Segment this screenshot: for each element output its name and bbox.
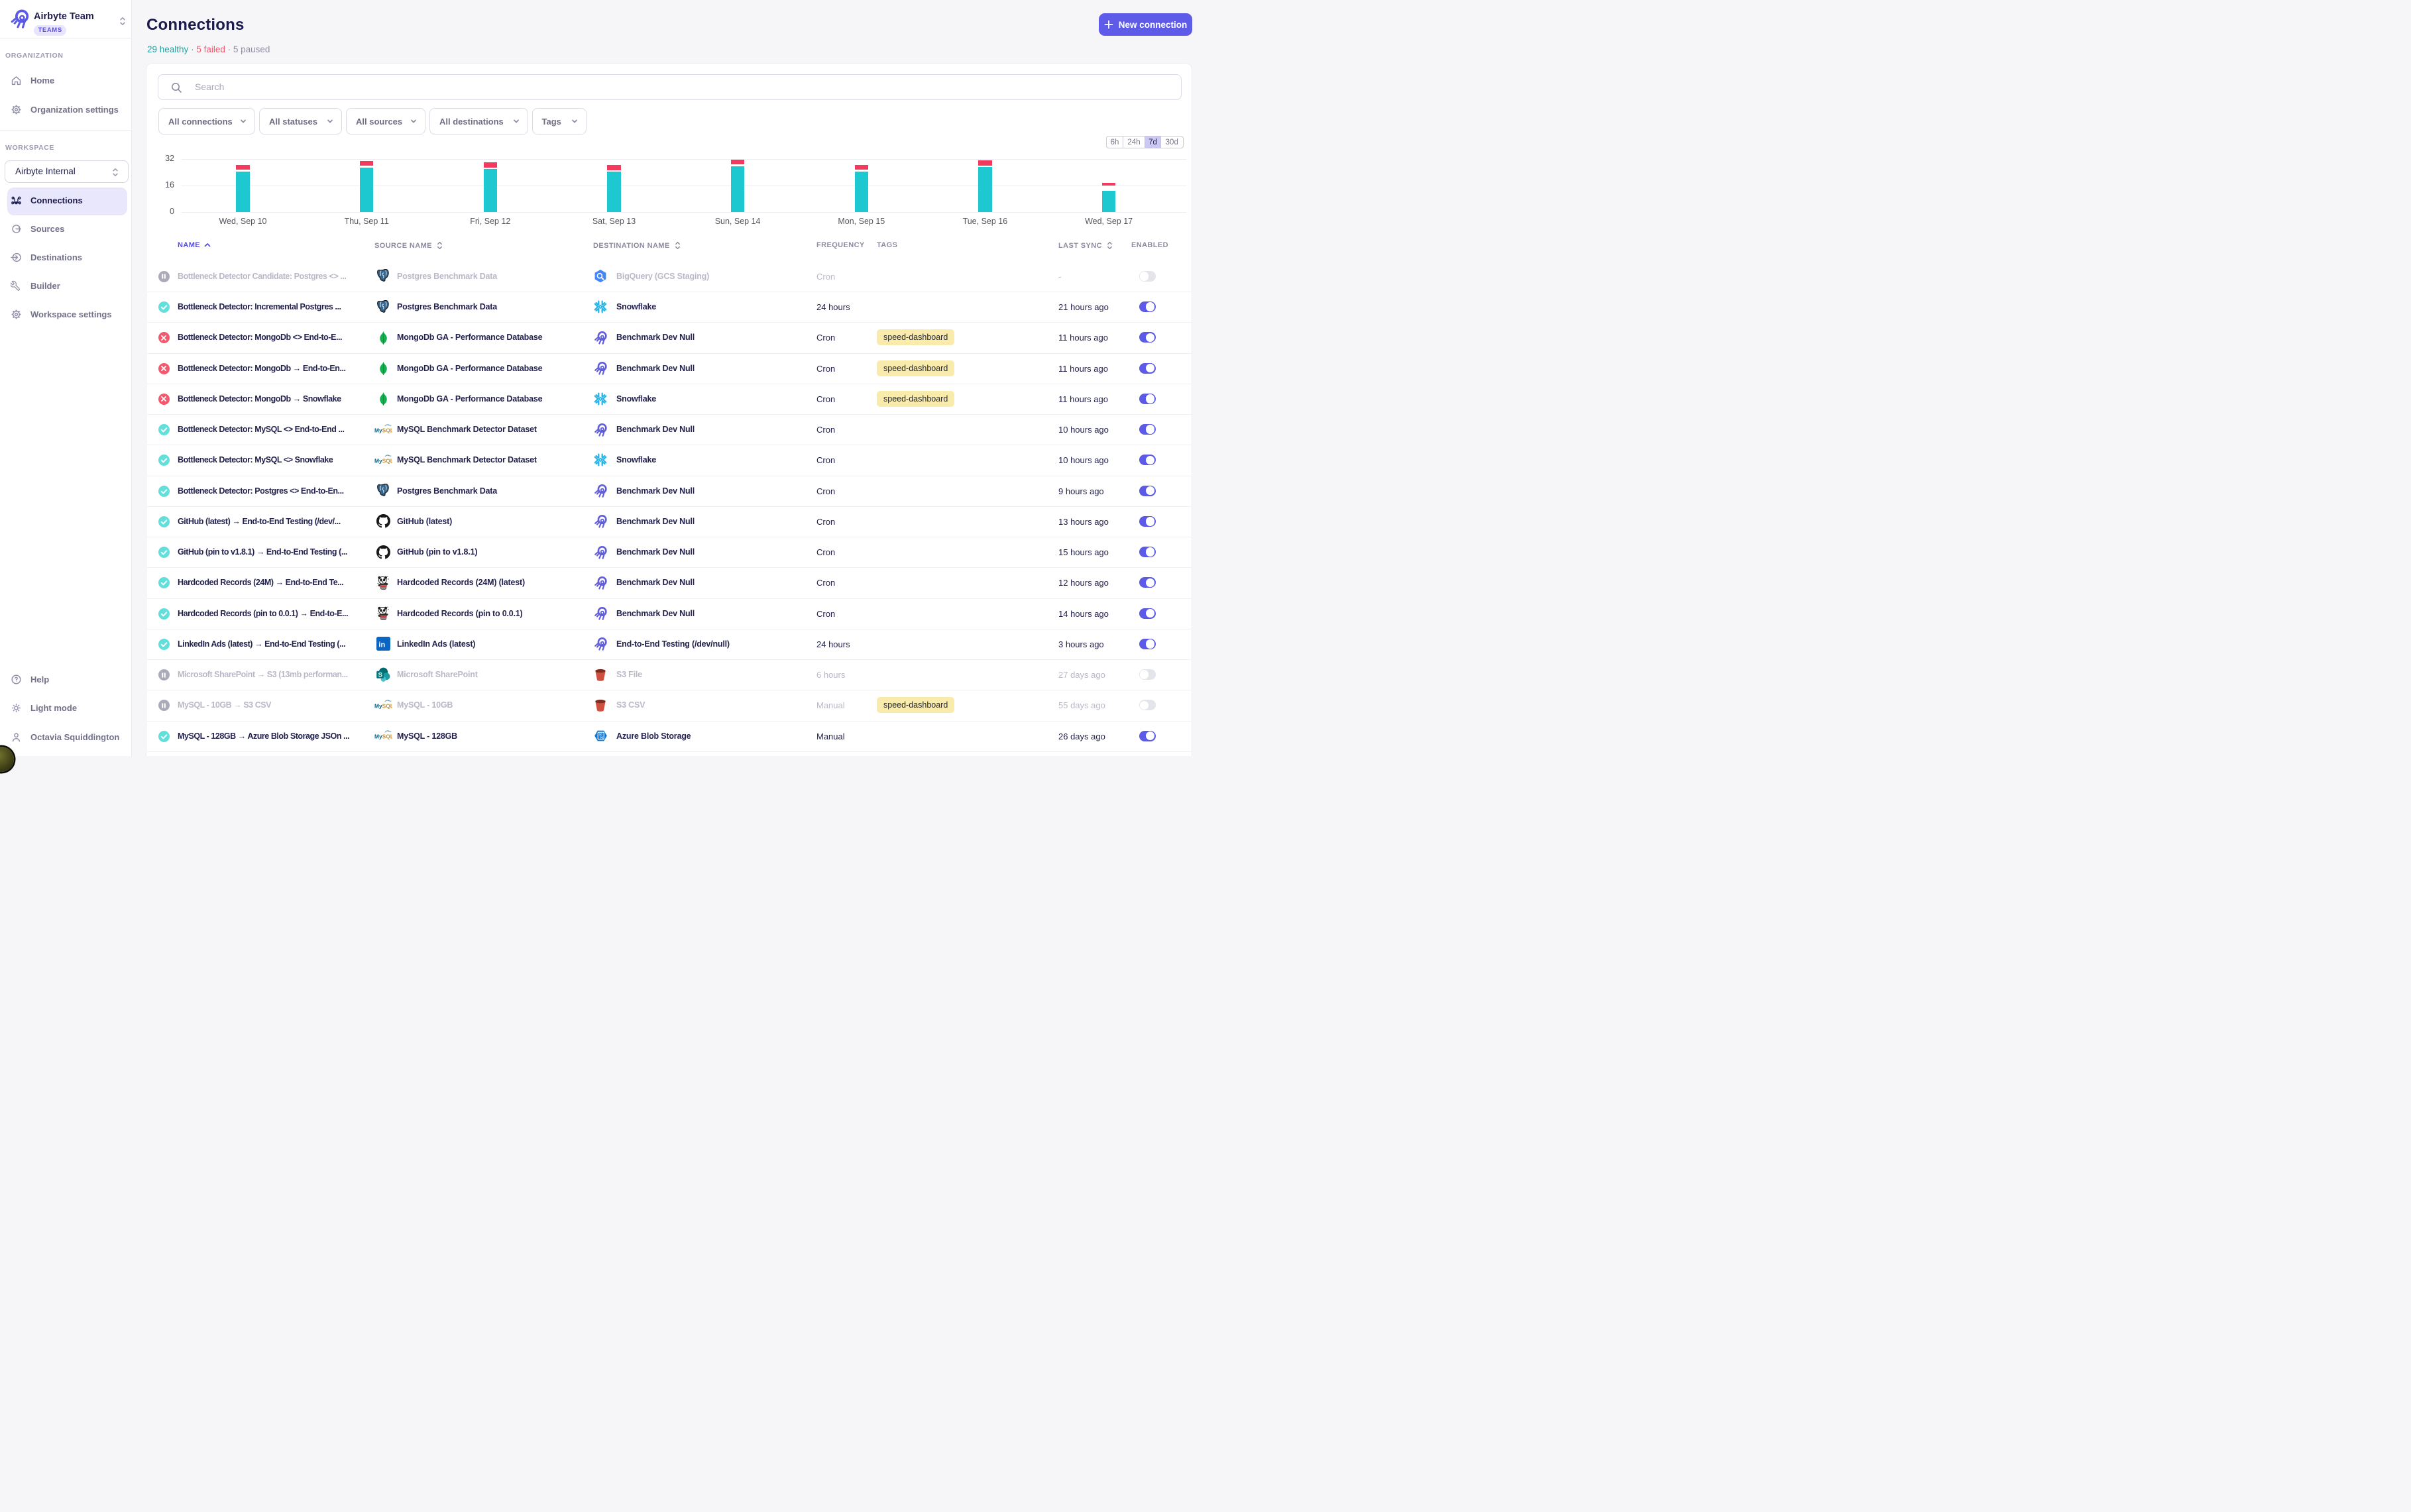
svg-text:MySQL: MySQL (374, 427, 392, 433)
svg-text:01: 01 (600, 736, 604, 739)
svg-text:S: S (378, 672, 382, 678)
svg-text:MySQL: MySQL (374, 457, 392, 464)
svg-text:MySQL: MySQL (374, 733, 392, 740)
svg-text:in: in (378, 641, 385, 649)
svg-text:MySQL: MySQL (374, 702, 392, 709)
